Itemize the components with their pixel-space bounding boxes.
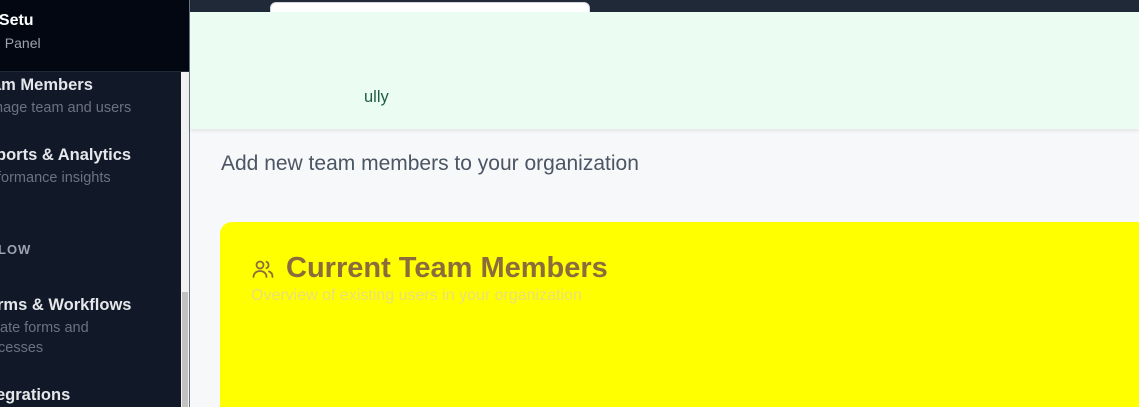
card-description: Overview of existing users in your organ… [251,287,582,304]
sidebar-item-description: ate forms and [0,320,89,336]
sidebar-item-label: ports & Analytics [0,146,132,164]
sidebar-item-reports-analytics[interactable]: ports & Analytics formance insights [0,142,180,202]
section-heading-workflow: LOW [0,242,32,257]
card-title: Current Team Members [286,252,608,284]
success-message: ully [364,88,389,106]
sidebar-item-integrations[interactable]: egrations [0,382,180,407]
sidebar-item-description: nage team and users [0,100,132,116]
sidebar-item-description: cesses [0,340,44,356]
brand-header[interactable]: kSetu in Panel [0,0,189,72]
sidebar-item-forms-workflows[interactable]: rms & Workflows ate forms and cesses [0,292,180,362]
current-team-members-card [220,222,1139,407]
sidebar-item-label: egrations [0,386,71,404]
sidebar-item-team-members[interactable]: am Members nage team and users [0,72,180,132]
sidebar-item-label: am Members [0,76,93,94]
users-icon [252,260,274,278]
sidebar-item-description: formance insights [0,170,111,186]
page-subtitle: Add new team members to your organizatio… [221,152,639,175]
brand-subtitle: in Panel [0,35,41,51]
sidebar-item-label: rms & Workflows [0,296,132,314]
sidebar-scrollbar-thumb[interactable] [182,292,188,407]
brand-name: kSetu [0,12,34,29]
success-banner: ully [190,12,1139,129]
sidebar: kSetu in Panel am Members nage team and … [0,0,189,407]
